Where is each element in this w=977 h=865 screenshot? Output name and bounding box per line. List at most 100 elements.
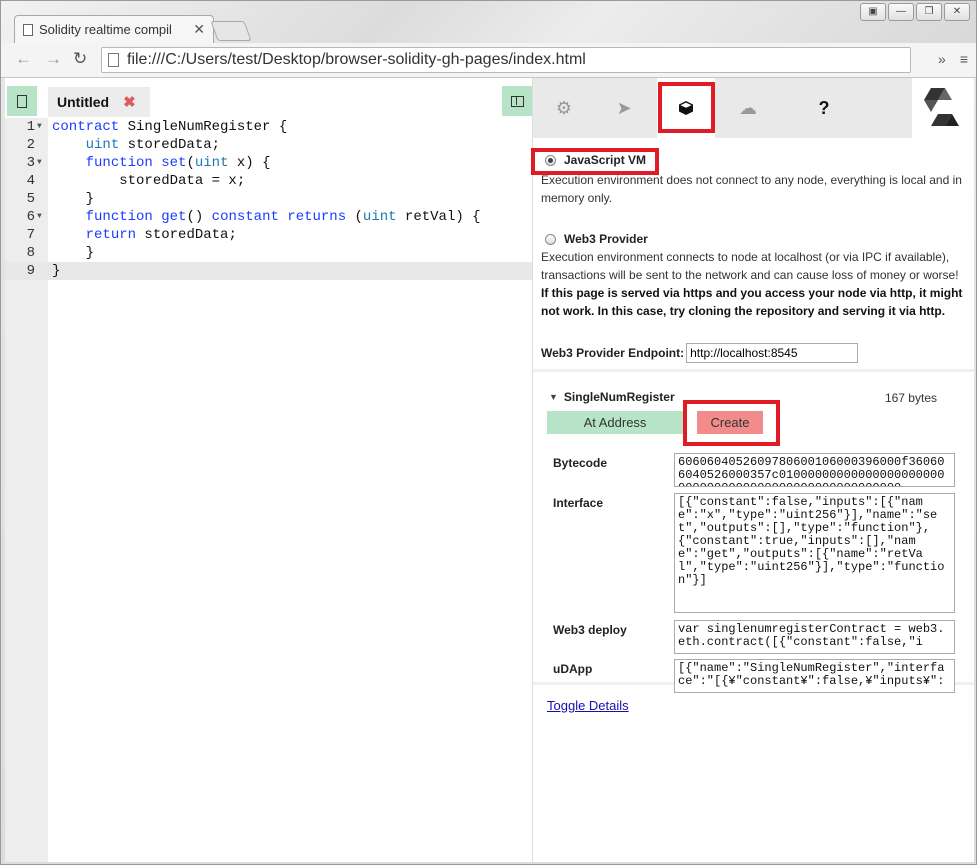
line-number: 1: [26, 119, 35, 135]
help-icon: ?: [818, 97, 830, 118]
close-file-icon[interactable]: ✖: [123, 93, 136, 111]
url-text: file:///C:/Users/test/Desktop/browser-so…: [127, 51, 586, 68]
fold-arrow-icon[interactable]: ▼: [37, 208, 42, 226]
code-text: }: [52, 191, 95, 207]
reload-icon[interactable]: ↻: [73, 49, 87, 69]
udapp-label: uDApp: [553, 662, 593, 676]
browser-window: Solidity realtime compil ✕ ▣ — ❐ ✕ ← → ↻…: [0, 0, 977, 865]
page-icon: [108, 53, 119, 67]
environment-section: JavaScript VM Execution environment does…: [531, 138, 974, 372]
line-number: 2: [26, 137, 35, 153]
publish-tab[interactable]: ➤: [595, 78, 653, 138]
code-line: 3 ▼ function set(uint x) {: [5, 154, 532, 172]
panel-icon: [510, 95, 524, 107]
browser-toolbar: ← → ↻ file:///C:/Users/test/Desktop/brow…: [1, 43, 976, 78]
cube-icon: [679, 101, 693, 115]
menu-icon[interactable]: ≡: [960, 51, 968, 67]
forward-arrow-icon[interactable]: →: [45, 49, 62, 69]
code-area[interactable]: 1 ▼ contract SingleNumRegister { 2 uint …: [5, 118, 532, 280]
code-text: return storedData;: [85, 227, 237, 243]
code-line: 6 ▼ function get() constant returns (uin…: [5, 208, 532, 226]
code-editor: Untitled ✖ 1 ▼ contract SingleNumRegiste…: [5, 78, 533, 862]
settings-tab[interactable]: ⚙: [535, 78, 593, 138]
file-icon: [17, 94, 27, 108]
code-text: }: [52, 263, 61, 279]
collapse-triangle-icon[interactable]: ▼: [549, 392, 558, 402]
bookmarks-overflow-icon[interactable]: »: [938, 51, 946, 67]
code-text: contract SingleNumRegister {: [52, 119, 288, 135]
endpoint-input[interactable]: [686, 343, 859, 363]
bytecode-field[interactable]: 6060604052609780600106000396000f36060604…: [674, 453, 955, 487]
maximize-button[interactable]: ❐: [916, 3, 942, 21]
contract-section: ▼ SingleNumRegister 167 bytes At Address…: [533, 372, 974, 713]
solidity-logo-icon: [924, 88, 959, 126]
interface-label: Interface: [553, 496, 604, 510]
close-window-button[interactable]: ✕: [944, 3, 970, 21]
javascript-vm-radio[interactable]: [545, 154, 556, 166]
fold-arrow-icon[interactable]: ▼: [37, 154, 42, 172]
files-button[interactable]: [7, 86, 37, 116]
code-text: function set(uint x) {: [85, 155, 271, 171]
javascript-vm-label: JavaScript VM: [564, 153, 647, 167]
browser-tab[interactable]: Solidity realtime compil ✕: [14, 15, 214, 43]
panel-tabs: ⚙ ➤ ☁ ?: [533, 78, 912, 138]
file-tab[interactable]: Untitled ✖: [48, 87, 150, 117]
web3-deploy-label: Web3 deploy: [553, 623, 627, 637]
line-number: 3: [26, 155, 35, 171]
paper-plane-icon: ➤: [616, 97, 632, 118]
javascript-vm-option[interactable]: JavaScript VM: [545, 153, 646, 167]
line-number: 5: [26, 191, 35, 207]
code-text: uint storedData;: [85, 137, 221, 153]
endpoint-row: Web3 Provider Endpoint:: [541, 343, 859, 363]
contract-header[interactable]: ▼ SingleNumRegister: [549, 390, 675, 404]
web3-provider-option[interactable]: Web3 Provider: [545, 232, 648, 246]
cloud-upload-icon: ☁: [739, 97, 757, 118]
code-line: 1 ▼ contract SingleNumRegister {: [5, 118, 532, 136]
right-panel: ⚙ ➤ ☁ ? JavaScript VM Execution environm…: [531, 78, 974, 862]
udapp-field[interactable]: [{"name":"SingleNumRegister","interface"…: [674, 659, 955, 693]
endpoint-label: Web3 Provider Endpoint:: [541, 346, 685, 360]
code-line: 8 }: [5, 244, 532, 262]
page-icon: [23, 23, 33, 36]
gear-icon: ⚙: [555, 97, 573, 118]
web3-provider-label: Web3 Provider: [564, 232, 648, 246]
user-icon[interactable]: ▣: [860, 3, 886, 21]
file-tab-name: Untitled: [57, 94, 110, 110]
code-line-active: 9 }: [5, 262, 532, 280]
help-tab[interactable]: ?: [795, 78, 853, 138]
code-text: storedData = x;: [52, 173, 246, 189]
contract-tab[interactable]: [657, 78, 715, 138]
code-text: function get() constant returns (uint re…: [85, 209, 481, 225]
line-number: 6: [26, 209, 35, 225]
web3-provider-warning: If this page is served via https and you…: [541, 286, 963, 318]
toggle-details-link[interactable]: Toggle Details: [547, 698, 629, 713]
web3-provider-description-text: Execution environment connects to node a…: [541, 250, 959, 282]
address-bar[interactable]: file:///C:/Users/test/Desktop/browser-so…: [101, 47, 911, 73]
code-line: 5 }: [5, 190, 532, 208]
title-bar: Solidity realtime compil ✕ ▣ — ❐ ✕: [1, 1, 976, 43]
page-content: Untitled ✖ 1 ▼ contract SingleNumRegiste…: [5, 78, 974, 862]
line-number: 9: [26, 263, 35, 279]
line-number: 7: [26, 227, 35, 243]
minimize-button[interactable]: —: [888, 3, 914, 21]
editor-tabs: Untitled ✖: [5, 78, 532, 118]
fold-arrow-icon[interactable]: ▼: [37, 118, 42, 136]
code-line: 4 storedData = x;: [5, 172, 532, 190]
javascript-vm-description: Execution environment does not connect t…: [541, 173, 962, 205]
create-button[interactable]: Create: [697, 411, 763, 434]
at-address-button[interactable]: At Address: [547, 411, 683, 434]
line-number: 4: [26, 173, 35, 189]
upload-tab[interactable]: ☁: [719, 78, 777, 138]
interface-field[interactable]: [{"constant":false,"inputs":[{"name":"x"…: [674, 493, 955, 613]
browser-tab-title: Solidity realtime compil: [39, 22, 172, 37]
contract-name: SingleNumRegister: [563, 390, 675, 404]
web3-provider-radio[interactable]: [545, 233, 556, 245]
web3-provider-description: Execution environment connects to node a…: [541, 248, 969, 320]
new-tab-button[interactable]: [210, 21, 252, 41]
back-arrow-icon[interactable]: ←: [15, 49, 32, 69]
panel-body: JavaScript VM Execution environment does…: [531, 138, 974, 862]
close-tab-icon[interactable]: ✕: [193, 21, 205, 38]
code-text: }: [52, 245, 95, 261]
toggle-panel-button[interactable]: [502, 86, 532, 116]
web3-deploy-field[interactable]: var singlenumregisterContract = web3.eth…: [674, 620, 955, 654]
